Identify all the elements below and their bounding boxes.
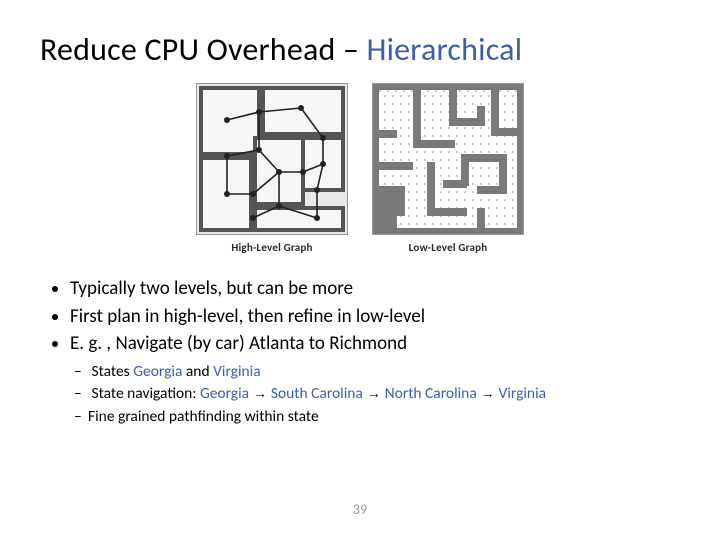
arrow-icon: → [249,385,271,401]
high-level-graph-diagram [196,83,348,235]
sub1-georgia: Georgia [133,362,182,381]
bullet-3: E. g. , Navigate (by car) Atlanta to Ric… [70,331,680,428]
title-dash: – [343,30,367,69]
sub-bullet-list: States Georgia and Virginia State naviga… [88,361,680,428]
slide-title: Reduce CPU Overhead – Hierarchical [40,30,680,69]
sub2-georgia: Georgia [200,384,249,403]
bullet-1: Typically two levels, but can be more [70,276,680,302]
arrow-icon: → [477,385,499,401]
bullet-3-text: E. g. , Navigate (by car) Atlanta to Ric… [70,332,407,355]
caption-low: Low-Level Graph [409,241,488,254]
sub1-a: States [92,362,134,381]
title-accent: Hierarchical [367,30,523,69]
sub-bullet-1: States Georgia and Virginia [88,361,680,383]
figure-row: High-Level Graph [40,83,680,254]
bullet-list: Typically two levels, but can be more Fi… [70,276,680,428]
sub-bullet-3: Fine grained pathfinding within state [88,406,680,428]
figure-low-level: Low-Level Graph [372,83,524,254]
sub2-sc: South Carolina [271,384,363,403]
sub2-a: State navigation: [92,384,200,403]
sub1-virginia: Virginia [213,362,261,381]
low-level-graph-diagram [372,83,524,235]
sub-bullet-2: State navigation: Georgia → South Caroli… [88,383,680,405]
page-number: 39 [0,501,720,518]
title-plain: Reduce CPU Overhead [40,30,343,69]
caption-high: High-Level Graph [231,241,312,254]
sub2-nc: North Carolina [385,384,477,403]
bullet-2: First plan in high-level, then refine in… [70,304,680,330]
sub2-virginia: Virginia [499,384,547,403]
arrow-icon: → [363,385,385,401]
sub1-b: and [182,362,213,381]
slide: Reduce CPU Overhead – Hierarchical [0,0,720,540]
figure-high-level: High-Level Graph [196,83,348,254]
